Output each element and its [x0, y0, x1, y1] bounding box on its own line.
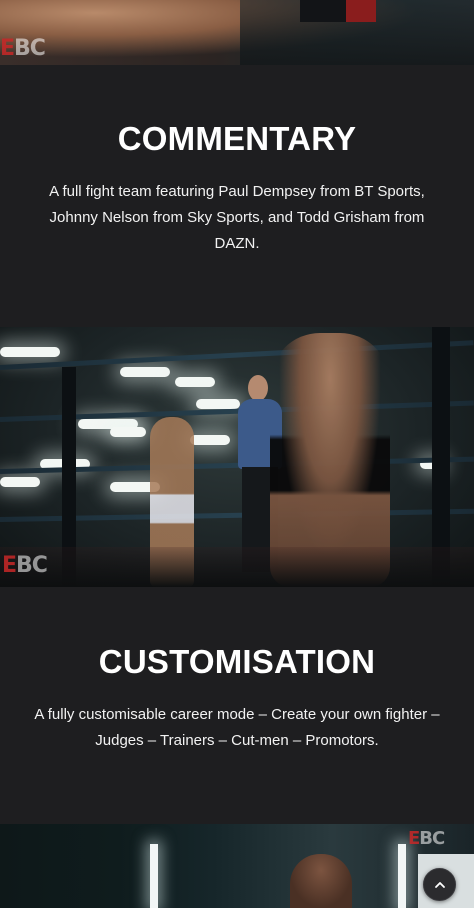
page: EBC COMMENTARY A full fight team featuri… — [0, 0, 474, 908]
gym-light — [398, 844, 406, 908]
ring-rope — [0, 340, 474, 370]
gym-light — [150, 844, 158, 908]
game-screenshot-gym: EBC — [0, 824, 474, 908]
arena-light — [0, 477, 40, 487]
game-screenshot-ring: EBC — [0, 327, 474, 587]
arena-light — [196, 399, 240, 409]
section-title: CUSTOMISATION — [98, 643, 376, 680]
arena-light — [175, 377, 215, 387]
commentary-section: COMMENTARY A full fight team featuring P… — [0, 65, 474, 327]
section-title: COMMENTARY — [117, 120, 357, 157]
arena-light — [110, 427, 146, 437]
red-banner — [346, 0, 376, 22]
scroll-to-top-button[interactable] — [423, 868, 456, 901]
game-logo-watermark: EBC — [408, 828, 445, 849]
spectator-figure — [300, 0, 346, 22]
arena-light — [120, 367, 170, 377]
game-screenshot-top: EBC — [0, 0, 474, 65]
section-description: A full fight team featuring Paul Dempsey… — [49, 183, 425, 252]
chevron-up-icon — [434, 881, 445, 888]
section-description: A fully customisable career mode – Creat… — [34, 706, 440, 749]
game-logo-watermark: EBC — [2, 553, 48, 578]
game-logo-watermark: EBC — [0, 36, 46, 61]
arena-light — [190, 435, 230, 445]
ring-floor — [0, 547, 474, 587]
arena-light — [0, 347, 60, 357]
customisation-section: CUSTOMISATION A fully customisable caree… — [0, 587, 474, 824]
boxer-figure — [290, 854, 352, 908]
referee-head — [248, 375, 268, 401]
